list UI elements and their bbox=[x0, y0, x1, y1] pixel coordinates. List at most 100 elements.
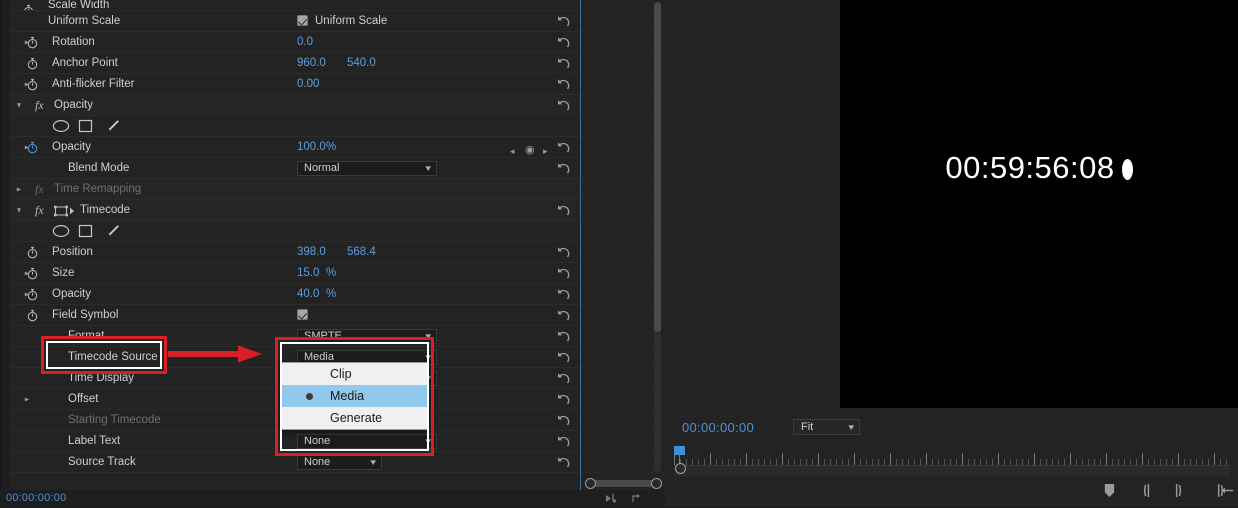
program-monitor-playhead[interactable] bbox=[674, 446, 686, 474]
param-label-opacity-tc: Opacity bbox=[52, 288, 91, 300]
reset-button-label-text[interactable] bbox=[556, 434, 571, 449]
reset-button-field-symbol[interactable] bbox=[556, 308, 571, 323]
param-value-position[interactable]: 398.0 bbox=[297, 242, 326, 263]
param-row-timecode-effect[interactable]: ▸ fx Timecode bbox=[10, 200, 581, 221]
mark-in-icon[interactable] bbox=[1136, 480, 1158, 502]
effect-controls-timeline[interactable] bbox=[580, 0, 666, 490]
reset-button-uniform-scale[interactable] bbox=[556, 14, 571, 29]
param-row-field-symbol[interactable]: Field Symbol bbox=[10, 305, 581, 326]
param-value2-position[interactable]: 568.4 bbox=[347, 242, 376, 263]
menu-item-label: Clip bbox=[330, 367, 352, 381]
twirl-open-icon[interactable]: ▸ bbox=[12, 200, 26, 221]
timeline-zoom-handle[interactable] bbox=[585, 477, 662, 490]
reset-button-time-display[interactable] bbox=[556, 371, 571, 386]
param-row-anti-flicker-filter[interactable]: ▸ Anti-flicker Filter 0.00 bbox=[10, 74, 581, 95]
param-value-rotation[interactable]: 0.0 bbox=[297, 32, 313, 53]
stopwatch-toggle-opacity-tc[interactable] bbox=[26, 288, 39, 301]
program-monitor-video[interactable]: 00:59:56:08 bbox=[840, 0, 1238, 408]
stopwatch-toggle-scale-width[interactable] bbox=[22, 4, 35, 10]
param-value2-opacity-tc[interactable]: % bbox=[326, 284, 336, 305]
stopwatch-toggle-anti-flicker-filter[interactable] bbox=[26, 78, 39, 91]
stopwatch-toggle-anchor-point[interactable] bbox=[26, 57, 39, 70]
effect-controls-timecode[interactable]: 00:00:00:00 bbox=[6, 492, 66, 504]
reset-button-anchor-point[interactable] bbox=[556, 56, 571, 71]
param-row-opacity-tc[interactable]: ▸ Opacity 40.0% bbox=[10, 284, 581, 305]
param-row-opacity-param[interactable]: ▸ Opacity 100.0% ◂ ◉ ▸ bbox=[10, 137, 581, 158]
stopwatch-toggle-rotation[interactable] bbox=[26, 36, 39, 49]
effect-controls-footer: 00:00:00:00 bbox=[0, 490, 665, 507]
param-value2-size[interactable]: % bbox=[326, 263, 336, 284]
mark-out-icon[interactable] bbox=[1167, 480, 1189, 502]
twirl-closed-icon[interactable]: ▸ bbox=[12, 179, 26, 200]
menu-item-clip[interactable]: Clip bbox=[282, 363, 427, 385]
reset-button-starting-timecode[interactable] bbox=[556, 413, 571, 428]
parameter-gutter bbox=[1, 0, 10, 490]
reset-button-anti-flicker-filter[interactable] bbox=[556, 77, 571, 92]
reset-button-timecode-effect[interactable] bbox=[556, 203, 571, 218]
ruler-tick bbox=[1070, 453, 1071, 465]
twirl-closed-icon[interactable]: ▸ bbox=[20, 389, 34, 410]
reset-button-blend-mode[interactable] bbox=[556, 161, 571, 176]
reset-button-opacity-tc[interactable] bbox=[556, 287, 571, 302]
timecode-source-dropdown-menu[interactable]: Clip Media Generate bbox=[281, 362, 428, 430]
param-row-label-text[interactable]: Label Text None ▾ bbox=[10, 431, 581, 452]
param-row-size[interactable]: ▸ Size 15.0% bbox=[10, 263, 581, 284]
effect-controls-scrollbar[interactable] bbox=[654, 2, 661, 472]
param-row-time-remapping[interactable]: ▸ fx Time Remapping bbox=[10, 179, 581, 200]
program-monitor-time-ruler[interactable] bbox=[674, 449, 1230, 465]
dropdown-format[interactable]: SMPTE ▾ bbox=[297, 329, 437, 344]
transform-box-icon[interactable] bbox=[54, 204, 76, 217]
param-value-opacity-tc[interactable]: 40.0 bbox=[297, 284, 319, 305]
reset-button-position[interactable] bbox=[556, 245, 571, 260]
go-to-in-icon[interactable] bbox=[1212, 480, 1238, 502]
stopwatch-toggle-opacity-param[interactable] bbox=[26, 141, 39, 154]
reset-button-format[interactable] bbox=[556, 329, 571, 344]
param-label-timecode-effect: Timecode bbox=[80, 204, 131, 216]
dropdown-label-text[interactable]: None ▾ bbox=[297, 434, 437, 449]
reset-button-size[interactable] bbox=[556, 266, 571, 281]
ruler-tick bbox=[1142, 453, 1143, 465]
param-row-rotation[interactable]: ▸ Rotation 0.0 bbox=[10, 32, 581, 53]
param-row-source-track[interactable]: Source Track None ▾ bbox=[10, 452, 581, 473]
reset-button-opacity-effect[interactable] bbox=[556, 98, 571, 113]
param-value-opacity-param[interactable]: 100.0 bbox=[297, 137, 326, 158]
param-row-opacity-masktools[interactable] bbox=[10, 116, 581, 137]
program-monitor-timecode[interactable]: 00:00:00:00 bbox=[682, 420, 754, 435]
param-row-anchor-point[interactable]: Anchor Point 960.0 540.0 bbox=[10, 53, 581, 74]
reset-button-rotation[interactable] bbox=[556, 35, 571, 50]
zoom-level-dropdown[interactable]: Fit ▾ bbox=[793, 419, 860, 435]
param-label-label-text: Label Text bbox=[68, 435, 121, 447]
param-row-scale-width[interactable]: Scale Width bbox=[10, 0, 581, 11]
checkbox-uniform-scale[interactable] bbox=[297, 15, 308, 26]
param-row-position[interactable]: Position 398.0 568.4 bbox=[10, 242, 581, 263]
stopwatch-toggle-size[interactable] bbox=[26, 267, 39, 280]
param-row-uniform-scale[interactable]: Uniform Scale Uniform Scale bbox=[10, 11, 581, 32]
stopwatch-toggle-position[interactable] bbox=[26, 246, 39, 259]
param-row-timecode-masktools[interactable] bbox=[10, 221, 581, 242]
reset-button-opacity-param[interactable] bbox=[556, 140, 571, 155]
ruler-tick bbox=[890, 453, 891, 465]
param-label-opacity-effect: Opacity bbox=[54, 99, 93, 111]
reset-button-source-track[interactable] bbox=[556, 455, 571, 470]
param-value2-anchor-point[interactable]: 540.0 bbox=[347, 53, 376, 74]
loop-playback-icon[interactable] bbox=[630, 492, 644, 505]
program-monitor-track-bar[interactable] bbox=[674, 465, 1230, 476]
dropdown-source-track[interactable]: None ▾ bbox=[297, 455, 382, 470]
param-value-anti-flicker-filter[interactable]: 0.00 bbox=[297, 74, 319, 95]
checkbox-field-symbol[interactable] bbox=[297, 309, 308, 320]
menu-item-media[interactable]: Media bbox=[282, 385, 427, 407]
dropdown-blend-mode[interactable]: Normal ▾ bbox=[297, 161, 437, 176]
twirl-open-icon[interactable]: ▸ bbox=[12, 95, 26, 116]
param-row-opacity-effect[interactable]: ▸ fx Opacity bbox=[10, 95, 581, 116]
param-row-format[interactable]: Format SMPTE ▾ bbox=[10, 326, 581, 347]
param-value-size[interactable]: 15.0 bbox=[297, 263, 319, 284]
play-only-audio-icon[interactable] bbox=[604, 492, 618, 505]
param-value2-opacity-param[interactable]: % bbox=[326, 137, 336, 158]
reset-button-timecode-source[interactable] bbox=[556, 350, 571, 365]
marker-icon[interactable] bbox=[1098, 480, 1120, 502]
param-value-anchor-point[interactable]: 960.0 bbox=[297, 53, 326, 74]
reset-button-offset[interactable] bbox=[556, 392, 571, 407]
menu-item-generate[interactable]: Generate bbox=[282, 407, 427, 429]
stopwatch-toggle-field-symbol[interactable] bbox=[26, 309, 39, 322]
param-row-blend-mode[interactable]: Blend Mode Normal ▾ bbox=[10, 158, 581, 179]
